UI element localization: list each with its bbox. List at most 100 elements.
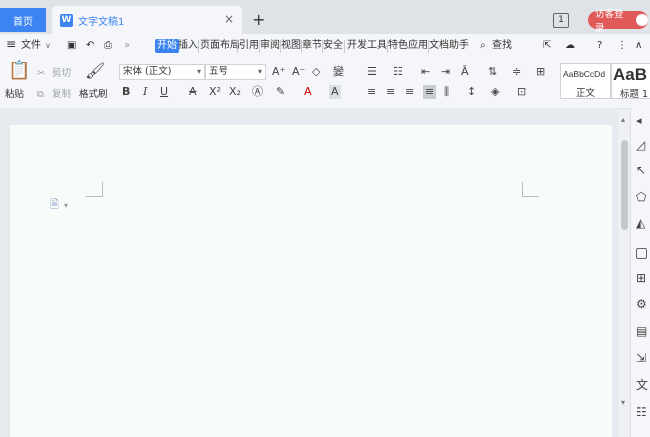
tab-special-apps[interactable]: 特色应用 [388, 39, 428, 53]
font-name-select[interactable]: 宋体 (正文) ▾ [119, 64, 205, 80]
tab-page-layout[interactable]: 页面布局 [200, 39, 240, 53]
italic-icon[interactable]: I [143, 85, 147, 99]
text-direction-icon[interactable]: Ā [461, 65, 469, 79]
character-shading-icon[interactable]: A [329, 85, 341, 99]
tab-chapter[interactable]: 章节 [302, 39, 322, 53]
tab-home[interactable]: 首页 [0, 8, 46, 32]
tab-document[interactable]: W 文字文稿1 × [52, 6, 242, 34]
tab-security[interactable]: 安全 [323, 39, 343, 53]
tab-view[interactable]: 视图 [281, 39, 301, 53]
font-color-icon[interactable]: A [304, 85, 312, 99]
superscript-icon[interactable]: X² [209, 85, 221, 99]
phonetic-guide-icon[interactable]: 變 [333, 65, 344, 79]
menu-file[interactable]: 文件 [21, 39, 41, 53]
increase-indent-icon[interactable]: ⇥ [441, 65, 450, 79]
close-tab-icon[interactable]: × [224, 12, 234, 26]
search-icon[interactable]: ⌕ [480, 39, 486, 53]
image-icon[interactable]: ◭ [636, 216, 645, 230]
sort-icon[interactable]: ⇅ [488, 65, 497, 79]
subscript-icon[interactable]: X₂ [229, 85, 241, 99]
paste-button[interactable]: 粘贴 [5, 88, 24, 102]
style-pen-icon[interactable]: ◿ [636, 138, 645, 152]
scrollbar-thumb[interactable] [621, 140, 628, 230]
distributed-align-icon[interactable]: ⫼ [444, 85, 449, 99]
margin-corner-top-right [522, 182, 539, 197]
side-collapse-icon[interactable]: ◂ [636, 114, 642, 128]
line-spacing-icon[interactable]: ≑ [512, 65, 521, 79]
more-icon[interactable]: » [124, 39, 130, 53]
collapse-ribbon-icon[interactable]: ∧ [635, 39, 642, 53]
align-center-icon[interactable]: ≡ [386, 85, 395, 99]
hamburger-icon[interactable]: ≡ [6, 37, 16, 51]
grid-icon[interactable]: ⊞ [636, 271, 646, 285]
shrink-font-icon[interactable]: A⁻ [292, 65, 305, 79]
bold-icon[interactable]: B [122, 85, 130, 99]
bullet-list-icon[interactable]: ☰ [367, 65, 377, 79]
paragraph-spacing-icon[interactable]: ↕ [467, 85, 476, 99]
style-normal-preview: AaBbCcDd [563, 69, 606, 79]
margin-corner-top-left [86, 182, 103, 197]
format-painter-icon: 🖌 [85, 61, 106, 80]
tab-start[interactable]: 开始 [155, 39, 179, 53]
style-normal[interactable]: AaBbCcDd 正文 [560, 63, 611, 99]
style-heading-1[interactable]: AaB 标题 1 [611, 63, 650, 100]
style-heading-preview: AaB [613, 65, 648, 84]
document-icon[interactable]: ▤ [636, 324, 647, 338]
format-painter-button[interactable]: 格式刷 [79, 88, 108, 102]
cut-button[interactable]: 剪切 [52, 67, 71, 81]
show-marks-icon[interactable]: ⊞ [536, 65, 545, 79]
document-page[interactable] [10, 125, 612, 437]
chevron-down-icon: ▾ [257, 67, 262, 76]
font-name-value: 宋体 (正文) [123, 66, 172, 77]
shading-icon[interactable]: ◈ [491, 85, 499, 99]
table-icon[interactable] [636, 248, 647, 259]
highlight-icon[interactable]: ✎ [276, 85, 285, 99]
justify-icon[interactable]: ≡ [423, 85, 437, 99]
scissors-icon: ✂ [37, 68, 45, 79]
numbered-list-icon[interactable]: ☷ [393, 65, 403, 79]
menu-divider [344, 40, 345, 53]
tab-developer[interactable]: 开发工具 [347, 39, 387, 53]
share-icon[interactable]: ⇲ [636, 351, 646, 365]
clipboard-icon[interactable]: 📋 [8, 62, 30, 80]
scroll-down-icon[interactable]: ▾ [621, 396, 625, 410]
save-icon[interactable]: ▣ [67, 39, 76, 53]
shapes-icon[interactable]: ⬠ [636, 190, 646, 204]
chevron-down-icon[interactable]: ∨ [45, 39, 51, 53]
tab-references[interactable]: 引用 [239, 39, 259, 53]
decrease-indent-icon[interactable]: ⇤ [421, 65, 430, 79]
strikethrough-icon[interactable]: A [189, 85, 197, 99]
clear-format-icon[interactable]: ◇ [312, 65, 320, 79]
align-left-icon[interactable]: ≡ [367, 85, 376, 99]
print-icon[interactable]: ⎙ [104, 39, 112, 53]
search-button[interactable]: 查找 [492, 39, 512, 53]
select-arrow-icon[interactable]: ↖ [636, 163, 646, 177]
help-icon[interactable]: ? [597, 39, 602, 53]
undo-icon[interactable]: ↶ [86, 39, 94, 53]
tab-doc-assistant[interactable]: 文档助手 [429, 39, 469, 53]
new-tab-button[interactable]: + [252, 10, 265, 29]
more-options-icon[interactable]: ⋮ [617, 39, 627, 53]
tab-insert[interactable]: 插入 [178, 39, 198, 53]
document-tab-title: 文字文稿1 [78, 16, 125, 28]
guest-login-button[interactable]: 访客登录 [588, 9, 648, 34]
scroll-up-icon[interactable]: ▴ [621, 113, 625, 127]
tab-review[interactable]: 审阅 [260, 39, 280, 53]
text-effect-icon[interactable]: Ⓐ [252, 85, 263, 99]
font-size-select[interactable]: 五号 ▾ [205, 64, 266, 80]
chevron-down-icon[interactable]: ▾ [64, 199, 68, 213]
avatar-icon [636, 14, 648, 26]
more-tools-icon[interactable]: ☷ [636, 405, 647, 419]
copy-button[interactable]: 复制 [52, 88, 71, 102]
grow-font-icon[interactable]: A⁺ [272, 65, 285, 79]
share-icon[interactable]: ⇱ [543, 39, 551, 53]
tab-count-badge[interactable]: 1 [553, 13, 569, 28]
underline-icon[interactable]: U [160, 85, 168, 99]
borders-icon[interactable]: ⊡ [517, 85, 526, 99]
paragraph-doc-icon[interactable]: 🗎 [50, 198, 59, 212]
translate-icon[interactable]: 文 [636, 378, 648, 392]
cloud-sync-icon[interactable]: ☁ [565, 39, 575, 53]
writer-doc-icon: W [60, 13, 73, 27]
settings-icon[interactable]: ⚙ [636, 297, 647, 311]
align-right-icon[interactable]: ≡ [405, 85, 414, 99]
